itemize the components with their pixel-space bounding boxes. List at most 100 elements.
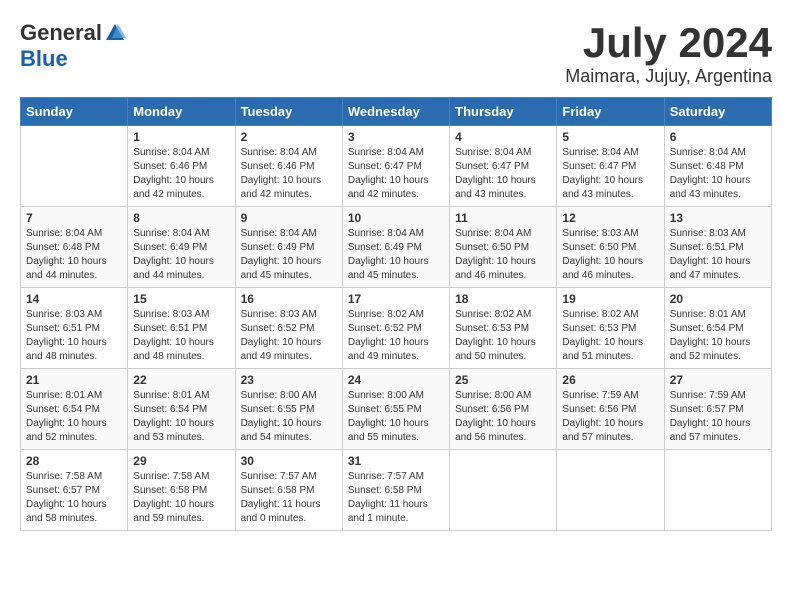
title-block: July 2024 Maimara, Jujuy, Argentina	[565, 20, 772, 87]
day-info: Sunrise: 8:02 AM Sunset: 6:53 PM Dayligh…	[455, 308, 551, 364]
calendar-cell: 5Sunrise: 8:04 AM Sunset: 6:47 PM Daylig…	[557, 126, 664, 207]
day-info: Sunrise: 8:04 AM Sunset: 6:47 PM Dayligh…	[455, 146, 551, 202]
calendar-cell: 30 Sunrise: 7:57 AM Sunset: 6:58 PM Dayli…	[235, 450, 342, 531]
day-info: Sunrise: 8:03 AM Sunset: 6:51 PM Dayligh…	[133, 308, 229, 364]
day-number: 14	[26, 292, 122, 306]
day-info: Sunrise: 8:03 AM Sunset: 6:51 PM Dayligh…	[670, 227, 766, 283]
calendar-cell: 27Sunrise: 7:59 AM Sunset: 6:57 PM Dayli…	[664, 369, 771, 450]
calendar-cell: 28Sunrise: 7:58 AM Sunset: 6:57 PM Dayli…	[21, 450, 128, 531]
day-number: 1	[133, 130, 229, 144]
calendar-cell: 19 Sunrise: 8:02 AM Sunset: 6:53 PM Dayli…	[557, 288, 664, 369]
day-info: Sunrise: 7:57 AM Sunset: 6:58 PM Dayligh…	[348, 470, 444, 526]
day-number: 26	[562, 373, 658, 387]
day-info: Sunrise: 8:04 AM Sunset: 6:48 PM Dayligh…	[26, 227, 122, 283]
day-info: Sunrise: 8:00 AM Sunset: 6:55 PM Dayligh…	[348, 389, 444, 445]
calendar-header-thursday: Thursday	[450, 98, 557, 126]
calendar-header-saturday: Saturday	[664, 98, 771, 126]
calendar-cell	[664, 450, 771, 531]
day-number: 24	[348, 373, 444, 387]
day-info: Sunrise: 8:04 AM Sunset: 6:48 PM Dayligh…	[670, 146, 766, 202]
day-info: Sunrise: 8:04 AM Sunset: 6:49 PM Dayligh…	[133, 227, 229, 283]
calendar-cell: 3 Sunrise: 8:04 AM Sunset: 6:47 PM Daylig…	[342, 126, 449, 207]
day-info: Sunrise: 7:58 AM Sunset: 6:58 PM Dayligh…	[133, 470, 229, 526]
day-info: Sunrise: 8:01 AM Sunset: 6:54 PM Dayligh…	[26, 389, 122, 445]
calendar-cell: 17 Sunrise: 8:02 AM Sunset: 6:52 PM Dayli…	[342, 288, 449, 369]
day-number: 6	[670, 130, 766, 144]
page-header: General Blue July 2024 Maimara, Jujuy, A…	[20, 20, 772, 87]
calendar-cell: 16Sunrise: 8:03 AM Sunset: 6:52 PM Dayli…	[235, 288, 342, 369]
day-info: Sunrise: 8:03 AM Sunset: 6:50 PM Dayligh…	[562, 227, 658, 283]
day-number: 5	[562, 130, 658, 144]
calendar-cell	[450, 450, 557, 531]
calendar-cell: 12 Sunrise: 8:03 AM Sunset: 6:50 PM Dayli…	[557, 207, 664, 288]
day-info: Sunrise: 7:57 AM Sunset: 6:58 PM Dayligh…	[241, 470, 337, 526]
calendar-cell: 10Sunrise: 8:04 AM Sunset: 6:49 PM Dayli…	[342, 207, 449, 288]
day-number: 9	[241, 211, 337, 225]
calendar-cell: 4 Sunrise: 8:04 AM Sunset: 6:47 PM Daylig…	[450, 126, 557, 207]
calendar-cell: 11Sunrise: 8:04 AM Sunset: 6:50 PM Dayli…	[450, 207, 557, 288]
calendar-cell: 14 Sunrise: 8:03 AM Sunset: 6:51 PM Dayli…	[21, 288, 128, 369]
calendar-table: SundayMondayTuesdayWednesdayThursdayFrid…	[20, 97, 772, 531]
calendar-week-row: 7 Sunrise: 8:04 AM Sunset: 6:48 PM Daylig…	[21, 207, 772, 288]
calendar-week-row: 21 Sunrise: 8:01 AM Sunset: 6:54 PM Dayli…	[21, 369, 772, 450]
day-number: 3	[348, 130, 444, 144]
day-number: 21	[26, 373, 122, 387]
calendar-week-row: 1 Sunrise: 8:04 AM Sunset: 6:46 PM Daylig…	[21, 126, 772, 207]
logo: General Blue	[20, 20, 126, 72]
logo-icon	[104, 22, 126, 44]
calendar-cell: 8 Sunrise: 8:04 AM Sunset: 6:49 PM Daylig…	[128, 207, 235, 288]
day-info: Sunrise: 8:04 AM Sunset: 6:46 PM Dayligh…	[241, 146, 337, 202]
day-number: 27	[670, 373, 766, 387]
calendar-cell: 7 Sunrise: 8:04 AM Sunset: 6:48 PM Daylig…	[21, 207, 128, 288]
day-number: 13	[670, 211, 766, 225]
calendar-header-monday: Monday	[128, 98, 235, 126]
day-info: Sunrise: 8:04 AM Sunset: 6:49 PM Dayligh…	[348, 227, 444, 283]
day-number: 19	[562, 292, 658, 306]
day-info: Sunrise: 8:03 AM Sunset: 6:52 PM Dayligh…	[241, 308, 337, 364]
day-number: 30	[241, 454, 337, 468]
day-number: 2	[241, 130, 337, 144]
day-number: 4	[455, 130, 551, 144]
day-info: Sunrise: 8:04 AM Sunset: 6:50 PM Dayligh…	[455, 227, 551, 283]
calendar-header-sunday: Sunday	[21, 98, 128, 126]
month-year-title: July 2024	[565, 20, 772, 66]
calendar-cell	[557, 450, 664, 531]
calendar-cell: 1Sunrise: 8:04 AM Sunset: 6:46 PM Daylig…	[128, 126, 235, 207]
calendar-cell: 13 Sunrise: 8:03 AM Sunset: 6:51 PM Dayli…	[664, 207, 771, 288]
calendar-week-row: 14 Sunrise: 8:03 AM Sunset: 6:51 PM Dayli…	[21, 288, 772, 369]
calendar-cell: 18 Sunrise: 8:02 AM Sunset: 6:53 PM Dayli…	[450, 288, 557, 369]
calendar-cell: 2 Sunrise: 8:04 AM Sunset: 6:46 PM Daylig…	[235, 126, 342, 207]
day-info: Sunrise: 7:59 AM Sunset: 6:56 PM Dayligh…	[562, 389, 658, 445]
day-number: 12	[562, 211, 658, 225]
day-info: Sunrise: 8:04 AM Sunset: 6:49 PM Dayligh…	[241, 227, 337, 283]
calendar-cell: 29 Sunrise: 7:58 AM Sunset: 6:58 PM Dayli…	[128, 450, 235, 531]
day-info: Sunrise: 8:02 AM Sunset: 6:52 PM Dayligh…	[348, 308, 444, 364]
day-number: 7	[26, 211, 122, 225]
calendar-header-wednesday: Wednesday	[342, 98, 449, 126]
calendar-cell: 24 Sunrise: 8:00 AM Sunset: 6:55 PM Dayli…	[342, 369, 449, 450]
calendar-cell: 22Sunrise: 8:01 AM Sunset: 6:54 PM Dayli…	[128, 369, 235, 450]
day-number: 29	[133, 454, 229, 468]
calendar-header-tuesday: Tuesday	[235, 98, 342, 126]
day-number: 17	[348, 292, 444, 306]
calendar-header-friday: Friday	[557, 98, 664, 126]
calendar-cell: 26 Sunrise: 7:59 AM Sunset: 6:56 PM Dayli…	[557, 369, 664, 450]
calendar-cell: 23Sunrise: 8:00 AM Sunset: 6:55 PM Dayli…	[235, 369, 342, 450]
location-subtitle: Maimara, Jujuy, Argentina	[565, 66, 772, 87]
calendar-cell: 20Sunrise: 8:01 AM Sunset: 6:54 PM Dayli…	[664, 288, 771, 369]
day-info: Sunrise: 8:00 AM Sunset: 6:55 PM Dayligh…	[241, 389, 337, 445]
day-info: Sunrise: 8:02 AM Sunset: 6:53 PM Dayligh…	[562, 308, 658, 364]
calendar-cell: 6 Sunrise: 8:04 AM Sunset: 6:48 PM Daylig…	[664, 126, 771, 207]
day-info: Sunrise: 8:03 AM Sunset: 6:51 PM Dayligh…	[26, 308, 122, 364]
calendar-cell: 9 Sunrise: 8:04 AM Sunset: 6:49 PM Daylig…	[235, 207, 342, 288]
day-number: 15	[133, 292, 229, 306]
day-number: 18	[455, 292, 551, 306]
day-info: Sunrise: 8:01 AM Sunset: 6:54 PM Dayligh…	[670, 308, 766, 364]
logo-blue-text: Blue	[20, 46, 68, 72]
day-number: 22	[133, 373, 229, 387]
day-info: Sunrise: 8:04 AM Sunset: 6:47 PM Dayligh…	[348, 146, 444, 202]
calendar-week-row: 28Sunrise: 7:58 AM Sunset: 6:57 PM Dayli…	[21, 450, 772, 531]
day-number: 28	[26, 454, 122, 468]
logo-general-text: General	[20, 20, 102, 46]
day-number: 8	[133, 211, 229, 225]
